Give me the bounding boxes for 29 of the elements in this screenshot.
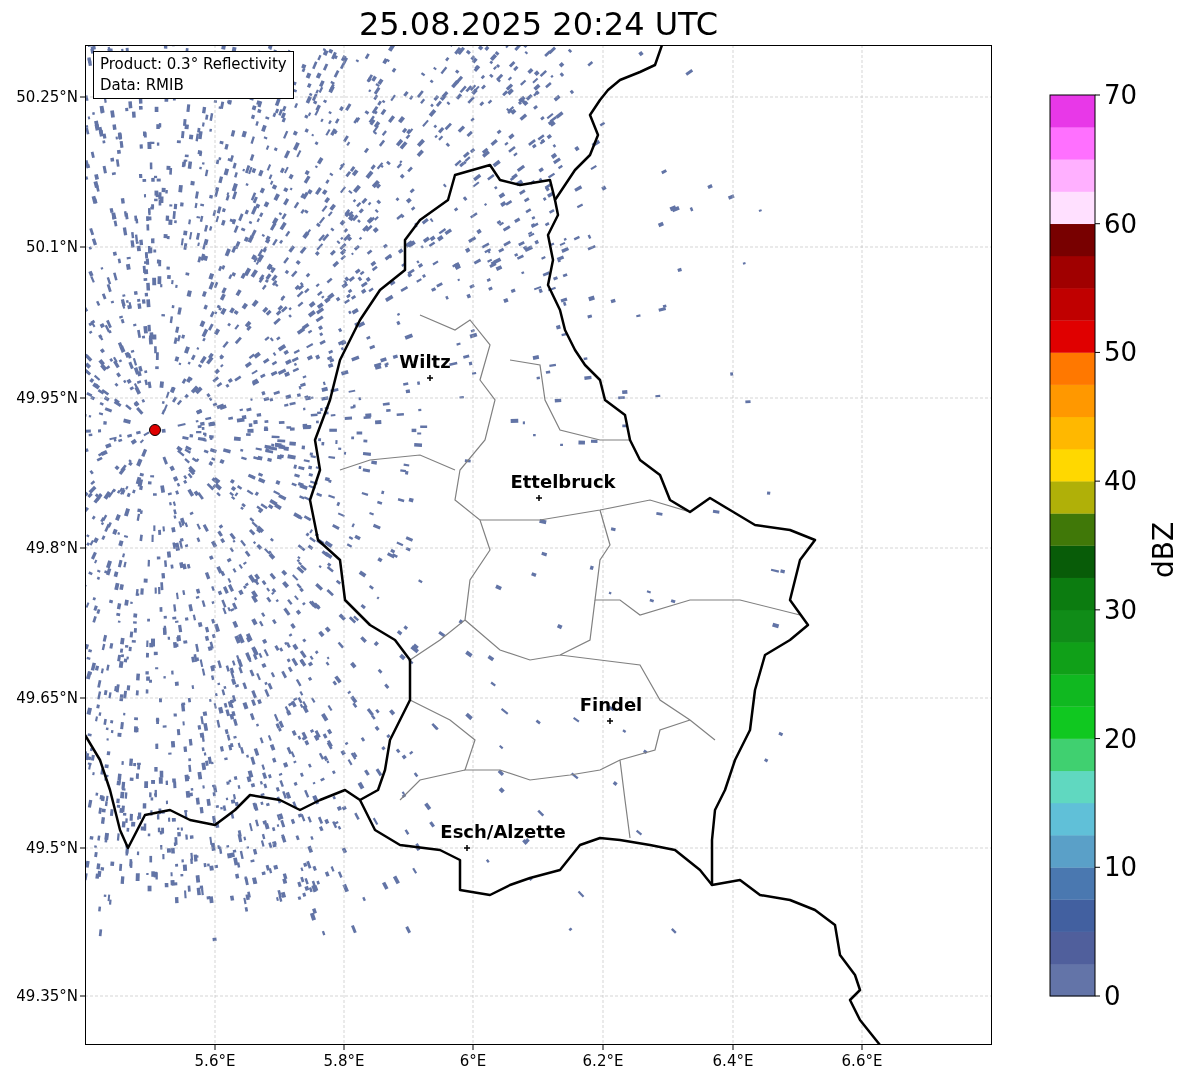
tick-label: 60 xyxy=(1104,208,1138,239)
info-text: Data: RMIB xyxy=(100,75,185,96)
tick-label: 20 xyxy=(1104,723,1138,754)
city-label: Findel xyxy=(578,695,644,715)
tick-label: 50 xyxy=(1104,337,1138,368)
tick-label: 50.25°N xyxy=(15,88,78,106)
chart-title: 25.08.2025 20:24 UTC xyxy=(357,4,720,44)
city-label: Wiltz xyxy=(398,352,452,372)
tick-label: 6°E xyxy=(458,1052,488,1070)
tick-label: 6.6°E xyxy=(840,1052,884,1070)
tick-label: 6.4°E xyxy=(711,1052,755,1070)
tick-label: 49.35°N xyxy=(15,987,78,1005)
tick-label: 40 xyxy=(1104,466,1138,497)
tick-label: 5.8°E xyxy=(322,1052,366,1070)
city-label: Esch/Alzette xyxy=(439,822,567,842)
tick-label: 30 xyxy=(1104,594,1138,625)
tick-label: 10 xyxy=(1104,852,1138,883)
city-label: Ettelbruck xyxy=(509,472,617,492)
tick-label: 0 xyxy=(1104,981,1121,1011)
tick-label: 5.6°E xyxy=(193,1052,237,1070)
tick-label: 50.1°N xyxy=(24,238,78,256)
tick-label: 49.95°N xyxy=(15,389,78,407)
tick-label: 49.5°N xyxy=(24,839,78,857)
axis-label: dBZ xyxy=(1148,521,1181,579)
tick-label: 49.65°N xyxy=(15,689,78,707)
tick-label: 70 xyxy=(1104,80,1138,110)
info-text: Product: 0.3° Reflectivity xyxy=(100,54,287,75)
tick-label: 6.2°E xyxy=(581,1052,625,1070)
tick-label: 49.8°N xyxy=(24,539,78,557)
